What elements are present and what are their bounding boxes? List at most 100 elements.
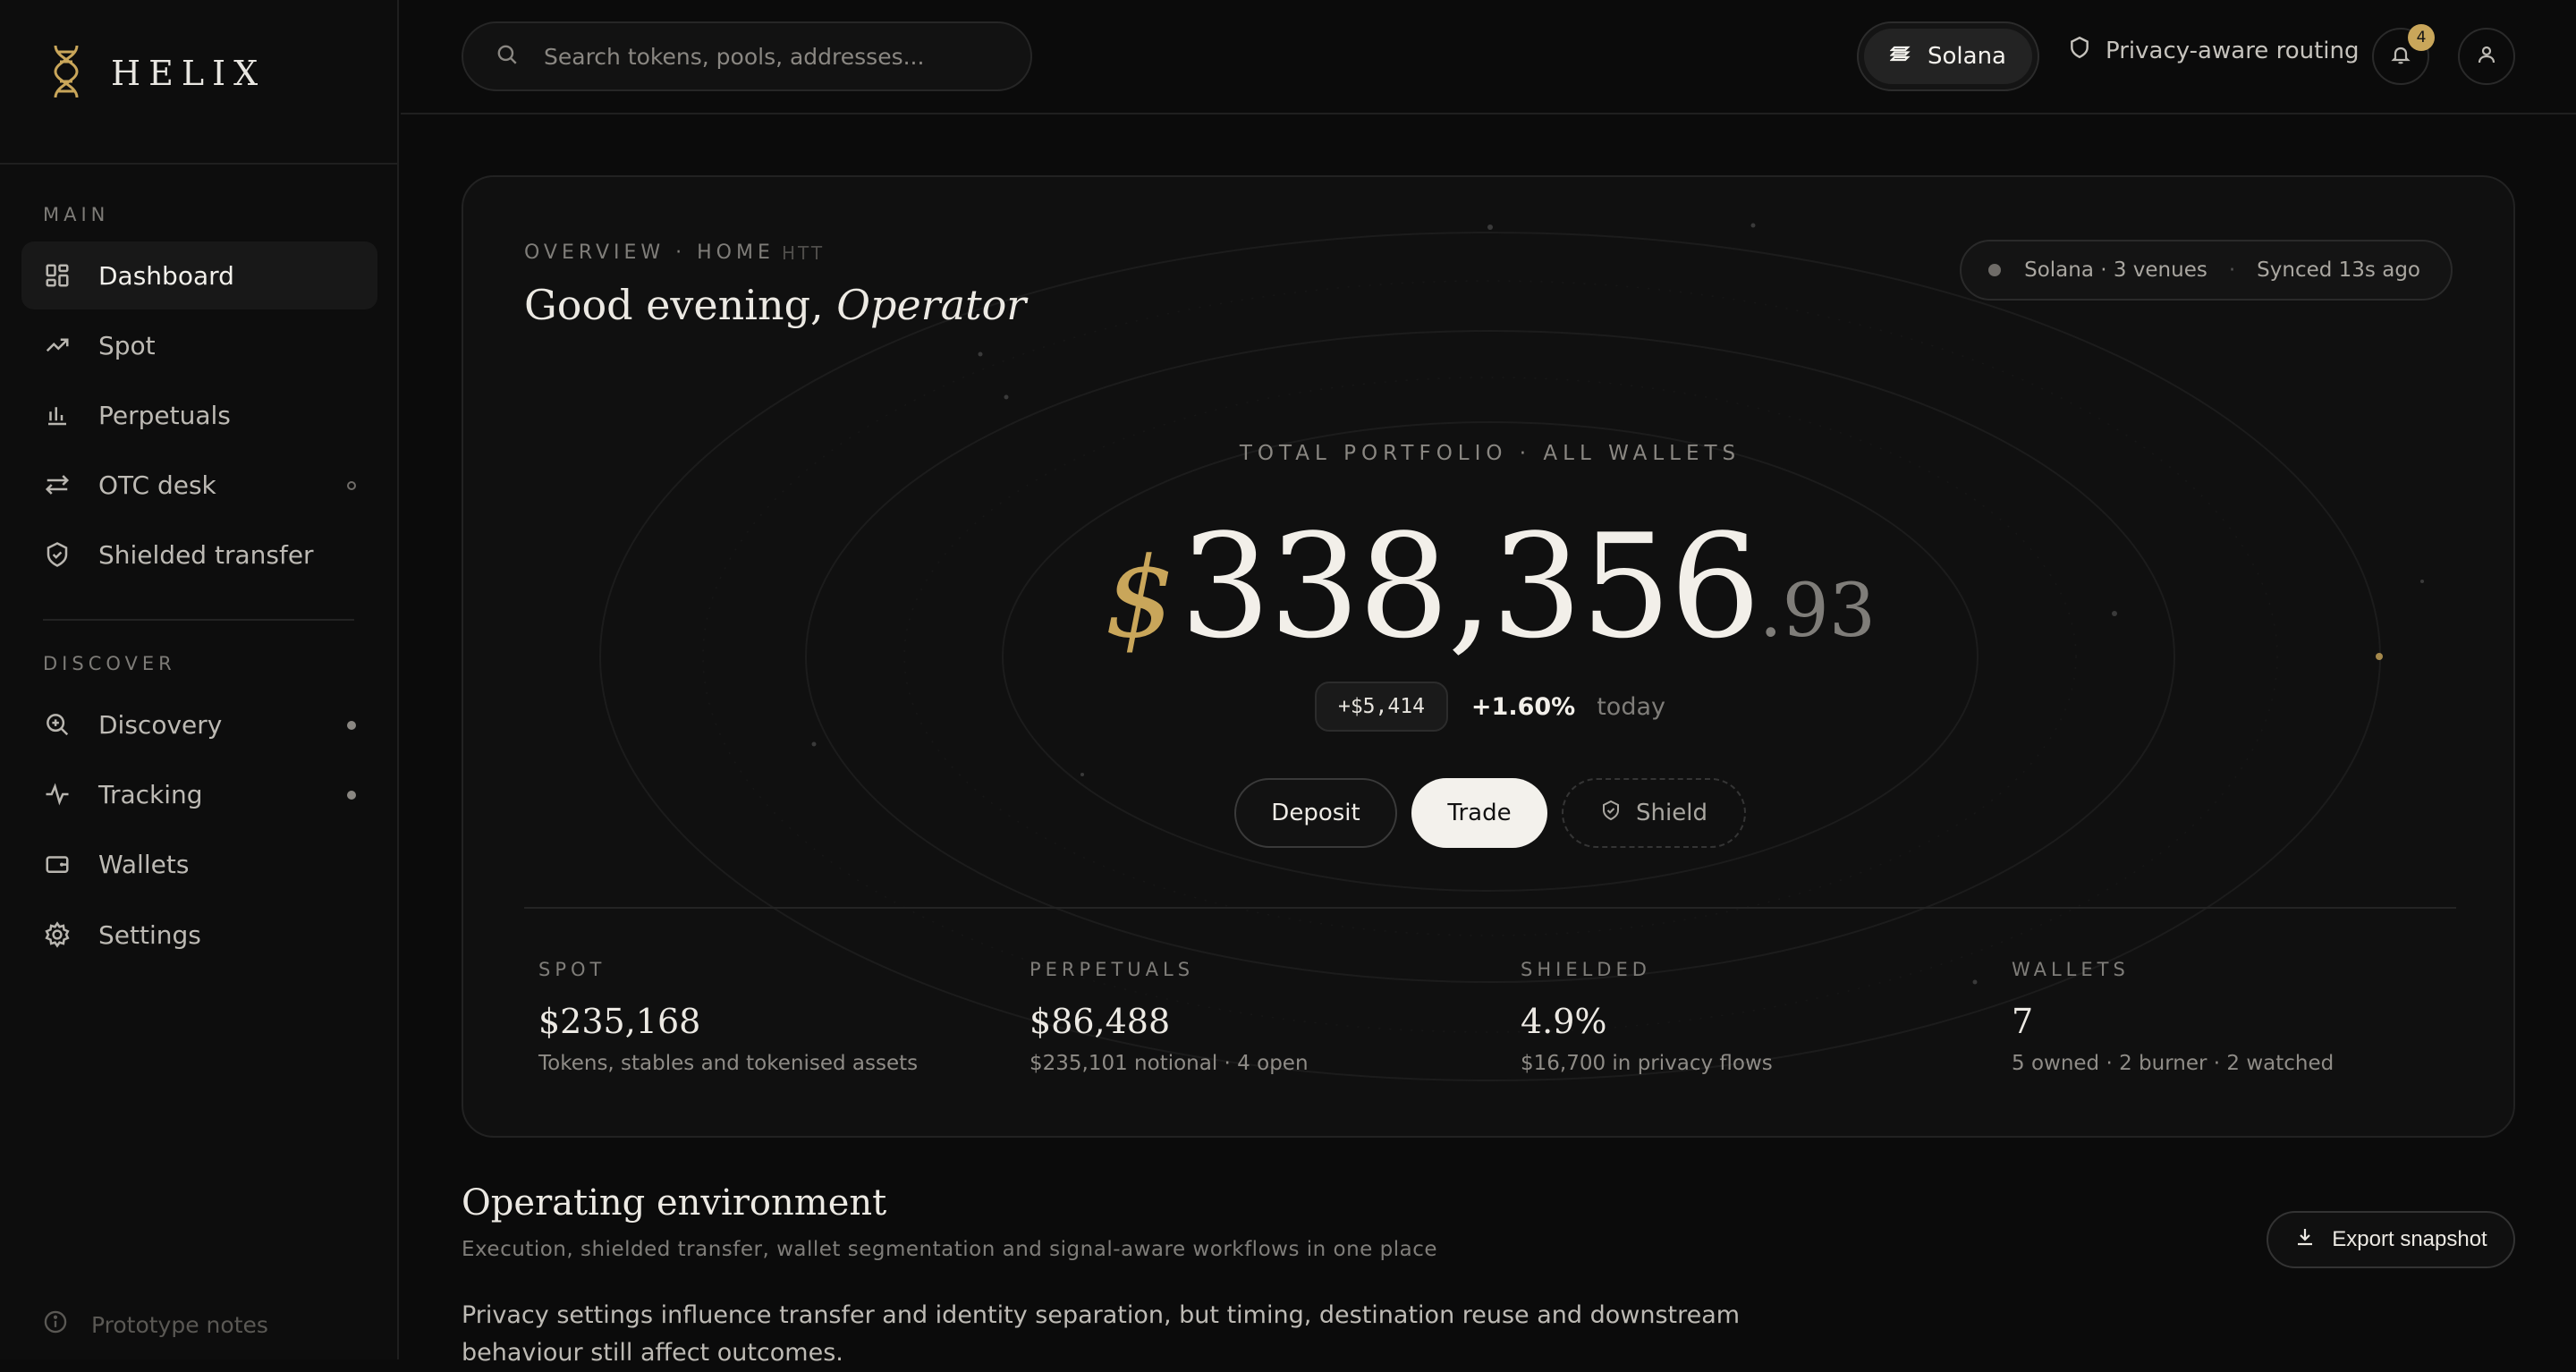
sidebar-item-tracking[interactable]: Tracking — [21, 760, 377, 828]
pulse-icon — [43, 780, 72, 809]
sidebar-item-label: Dashboard — [98, 260, 234, 291]
stat-value: 7 — [2012, 1002, 2034, 1041]
sidebar-item-label: Spot — [98, 330, 156, 360]
sidebar-divider — [0, 163, 397, 165]
search-icon — [496, 43, 519, 70]
section-subtitle: Execution, shielded transfer, wallet seg… — [462, 1238, 1438, 1261]
bar-chart-icon — [43, 401, 72, 429]
stat-spot[interactable]: SPOT $235,168 Tokens, stables and tokeni… — [538, 959, 986, 1075]
info-icon — [43, 1309, 91, 1340]
sidebar: HELIX MAIN Dashboard Spot Perpetuals OTC… — [0, 0, 399, 1359]
trade-button[interactable]: Trade — [1411, 778, 1547, 848]
sidebar-item-label: Perpetuals — [98, 400, 231, 430]
stat-label: SHIELDED — [1521, 959, 1651, 980]
stat-subtext: $16,700 in privacy flows — [1521, 1052, 1773, 1075]
shield-button-label: Shield — [1636, 800, 1707, 826]
status-network: Solana · 3 venues — [2024, 258, 2207, 282]
sidebar-item-label: Wallets — [98, 849, 190, 879]
hero-actions: Deposit Trade Shield — [463, 778, 2513, 848]
sidebar-item-label: Settings — [98, 919, 201, 950]
grid-icon — [43, 261, 72, 290]
stat-value: $86,488 — [1030, 1002, 1171, 1041]
notification-badge: 4 — [2408, 24, 2435, 51]
sidebar-item-label: Discovery — [98, 709, 223, 740]
download-icon — [2294, 1226, 2332, 1254]
stat-subtext: 5 owned · 2 burner · 2 watched — [2012, 1052, 2334, 1075]
stat-wallets[interactable]: WALLETS 7 5 owned · 2 burner · 2 watched — [2012, 959, 2459, 1075]
sidebar-item-label: Shielded transfer — [98, 539, 314, 570]
sidebar-item-perpetuals[interactable]: Perpetuals — [21, 381, 377, 449]
section-title: Operating environment — [462, 1182, 887, 1224]
status-dot — [347, 791, 356, 800]
gear-icon — [43, 920, 72, 949]
greeting-title: Good evening, Operator — [524, 281, 1026, 329]
sidebar-item-otc-desk[interactable]: OTC desk — [21, 451, 377, 519]
portfolio-hero-card: OVERVIEW · HOME HTT Good evening, Operat… — [462, 175, 2515, 1138]
topbar: Solana Privacy-aware routing 4 — [401, 0, 2576, 114]
stat-perpetuals[interactable]: PERPETUALS $86,488 $235,101 notional · 4… — [1030, 959, 1477, 1075]
stat-subtext: Tokens, stables and tokenised assets — [538, 1052, 919, 1075]
sidebar-item-discovery[interactable]: Discovery — [21, 690, 377, 758]
privacy-routing-toggle[interactable]: Privacy-aware routing — [2068, 36, 2359, 65]
portfolio-label: TOTAL PORTFOLIO · ALL WALLETS — [1239, 442, 1741, 465]
status-dot — [1988, 264, 2002, 276]
shield-button[interactable]: Shield — [1562, 778, 1746, 848]
privacy-routing-label: Privacy-aware routing — [2106, 37, 2360, 64]
prototype-notes-label: Prototype notes — [91, 1311, 268, 1338]
sidebar-item-settings[interactable]: Settings — [21, 901, 377, 969]
brand-name: HELIX — [111, 54, 267, 93]
solana-icon — [1889, 43, 1928, 71]
section-body: Privacy settings influence transfer and … — [462, 1301, 1741, 1367]
portfolio-value-integer: 338,356 — [1179, 503, 1761, 670]
portfolio-total: $ 338,356.93 — [463, 503, 2513, 670]
search-bar[interactable] — [462, 21, 1032, 91]
dna-helix-icon — [50, 44, 82, 103]
breadcrumb: OVERVIEW · HOME — [524, 241, 775, 264]
stat-value: $235,168 — [538, 1002, 701, 1041]
sidebar-item-label: Tracking — [98, 779, 203, 809]
profile-button[interactable] — [2458, 28, 2515, 85]
deposit-button[interactable]: Deposit — [1234, 778, 1397, 848]
chain-selector-active[interactable]: Solana — [1864, 29, 2032, 84]
search-input[interactable] — [544, 43, 1009, 70]
stat-label: PERPETUALS — [1030, 959, 1195, 980]
greeting-name: Operator — [836, 281, 1027, 329]
status-dot — [347, 481, 356, 490]
delta-amount: +$5,414 — [1314, 682, 1448, 732]
currency-symbol: $ — [1104, 534, 1175, 663]
trend-up-icon — [43, 331, 72, 360]
stat-value: 4.9% — [1521, 1002, 1607, 1041]
brand-logo[interactable]: HELIX — [50, 45, 266, 102]
daily-change: +$5,414 +1.60% today — [463, 682, 2513, 732]
shield-check-icon — [1600, 800, 1636, 827]
stat-label: SPOT — [538, 959, 606, 980]
sidebar-item-spot[interactable]: Spot — [21, 311, 377, 379]
sync-status-pill: Solana · 3 venues · Synced 13s ago — [1960, 240, 2453, 301]
stat-subtext: $235,101 notional · 4 open — [1030, 1052, 1309, 1075]
stat-shielded[interactable]: SHIELDED 4.9% $16,700 in privacy flows — [1521, 959, 1968, 1075]
zoom-plus-icon — [43, 710, 72, 739]
notifications-button[interactable]: 4 — [2372, 24, 2435, 85]
swap-icon — [43, 470, 72, 499]
hero-divider — [524, 907, 2456, 909]
breadcrumb-tag: HTT — [782, 242, 826, 264]
portfolio-value-decimal: .93 — [1758, 569, 1877, 654]
sidebar-item-dashboard[interactable]: Dashboard — [21, 241, 377, 309]
wallet-icon — [43, 850, 72, 878]
prototype-notes-link[interactable]: Prototype notes — [43, 1309, 268, 1340]
section-label-main: MAIN — [43, 204, 110, 225]
stat-label: WALLETS — [2012, 959, 2130, 980]
export-snapshot-button[interactable]: Export snapshot — [2267, 1211, 2515, 1268]
chain-selector[interactable]: Solana — [1857, 21, 2039, 91]
greeting-prefix: Good evening, — [524, 281, 824, 329]
status-separator: · — [2228, 258, 2236, 282]
delta-percent: +1.60% — [1470, 692, 1576, 721]
shield-icon — [2068, 36, 2106, 65]
bell-icon — [2390, 44, 2411, 69]
status-sync: Synced 13s ago — [2257, 258, 2420, 282]
sidebar-item-wallets[interactable]: Wallets — [21, 830, 377, 898]
sidebar-item-shielded-transfer[interactable]: Shielded transfer — [21, 521, 377, 589]
section-label-discover: DISCOVER — [43, 653, 176, 674]
sidebar-divider — [43, 619, 354, 621]
sidebar-item-label: OTC desk — [98, 470, 216, 500]
